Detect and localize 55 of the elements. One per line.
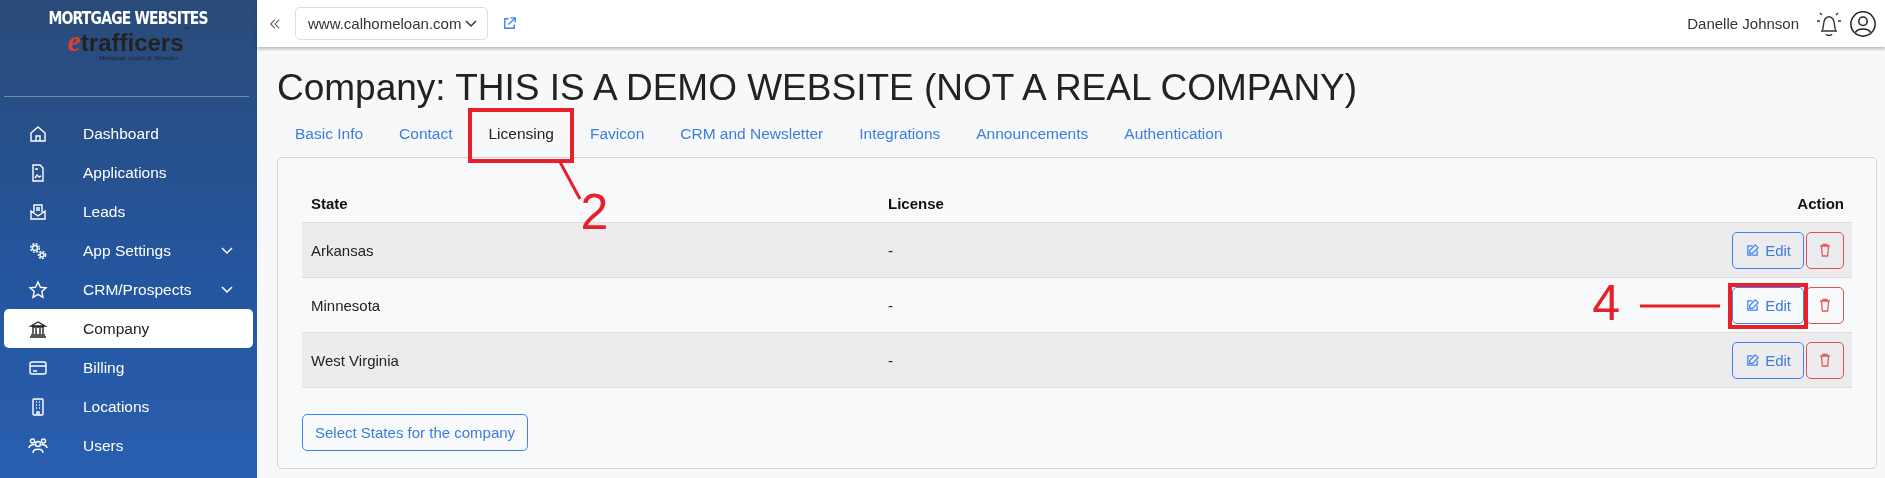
nav-item[interactable]: CRM/Prospects: [4, 270, 253, 309]
table-cell-text: -: [888, 241, 894, 259]
nav-item[interactable]: Applications: [4, 153, 253, 192]
bank-icon: [28, 318, 48, 339]
users-icon: [28, 435, 48, 456]
collapse-icon[interactable]: [269, 17, 281, 30]
trash-icon: [1817, 242, 1833, 258]
tab[interactable]: Contact: [381, 119, 471, 151]
column-header: License: [888, 194, 945, 212]
page-title: Company: THIS IS A DEMO WEBSITE (NOT A REAL COMPANY): [277, 67, 1359, 109]
tab[interactable]: Favicon: [572, 119, 663, 151]
gears-icon: [28, 240, 48, 261]
nav-item[interactable]: Billing: [4, 348, 253, 387]
logo-initial: e: [67, 26, 81, 56]
nav-item[interactable]: Leads: [4, 192, 253, 231]
tab[interactable]: Announcements: [958, 119, 1107, 151]
edit-button[interactable]: Edit: [1732, 286, 1804, 324]
table-cell-text: -: [888, 351, 894, 369]
user-name: Danelle Johnson: [1687, 15, 1799, 32]
logo-wordmark: trafficers: [80, 31, 184, 55]
edit-icon: [1745, 297, 1761, 313]
star-icon: [28, 279, 48, 300]
nav-item[interactable]: Company: [4, 309, 253, 348]
nav-item[interactable]: Locations: [4, 387, 253, 426]
callout-number: 4: [1592, 277, 1620, 328]
trash-icon: [1817, 352, 1833, 368]
nav-item[interactable]: Dashboard: [4, 114, 253, 153]
site-select[interactable]: www.calhomeloan.com: [295, 7, 489, 40]
table-cell-text: Minnesota: [310, 296, 382, 314]
table-cell-text: -: [888, 296, 894, 314]
delete-button[interactable]: [1806, 341, 1844, 379]
house-icon: [28, 123, 48, 144]
callout-number: 2: [580, 187, 609, 237]
edit-button[interactable]: Edit: [1732, 231, 1804, 269]
user-avatar-icon[interactable]: [1849, 9, 1877, 38]
tab[interactable]: Basic Info: [277, 119, 382, 151]
chevron-down-icon: [465, 19, 478, 28]
edit-icon: [1745, 242, 1761, 258]
external-link-icon[interactable]: [502, 16, 518, 31]
tab[interactable]: Authentication: [1106, 119, 1241, 151]
select-states-button[interactable]: Select States for the company: [302, 414, 529, 451]
tab[interactable]: Licensing: [470, 119, 572, 151]
tab[interactable]: CRM and Newsletter: [662, 119, 842, 151]
trash-icon: [1817, 297, 1833, 313]
nav-item[interactable]: Users: [4, 426, 253, 465]
column-header: Action: [1796, 194, 1845, 212]
leader-line: [558, 161, 583, 201]
edit-button[interactable]: Edit: [1732, 341, 1804, 379]
envelope-icon: [28, 201, 48, 222]
nav-item[interactable]: App Settings: [4, 231, 253, 270]
table-cell-text: West Virginia: [310, 351, 400, 369]
tab[interactable]: Integrations: [841, 119, 959, 151]
table-cell-text: Arkansas: [310, 241, 375, 259]
edit-icon: [1745, 352, 1761, 368]
delete-button[interactable]: [1806, 231, 1844, 269]
